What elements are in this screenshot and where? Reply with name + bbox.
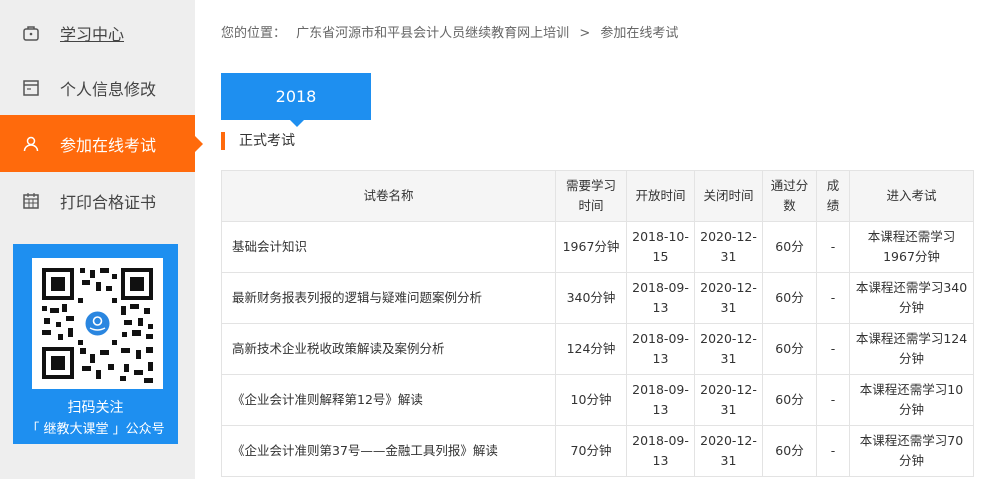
breadcrumb-current: 参加在线考试: [600, 26, 679, 41]
paper-name: 最新财务报表列报的逻辑与疑难问题案例分析: [221, 272, 556, 324]
close-time: 2020-12-31: [694, 323, 763, 375]
pass-score: 60分: [762, 272, 817, 324]
table-row: 《企业会计准则解释第12号》解读 10分钟 2018-09-13 2020-12…: [221, 374, 974, 426]
study-time: 10分钟: [555, 374, 627, 426]
breadcrumb-link[interactable]: 广东省河源市和平县会计人员继续教育网上培训: [296, 26, 569, 41]
sidebar-item-label: 学习中心: [60, 24, 125, 44]
calendar-icon: [21, 191, 41, 211]
study-time: 340分钟: [555, 272, 627, 324]
header-enter-exam: 进入考试: [849, 170, 974, 222]
header-study-time: 需要学习时间: [555, 170, 627, 222]
sidebar-item-profile-edit[interactable]: 个人信息修改: [0, 59, 195, 116]
enter-exam-status[interactable]: 本课程还需学习340分钟: [849, 272, 974, 324]
close-time: 2020-12-31: [694, 425, 763, 477]
qr-code: [32, 258, 163, 389]
enter-exam-status[interactable]: 本课程还需学习70分钟: [849, 425, 974, 477]
header-paper-name: 试卷名称: [221, 170, 556, 222]
header-pass-score: 通过分数: [762, 170, 817, 222]
table-row: 高新技术企业税收政策解读及案例分析 124分钟 2018-09-13 2020-…: [221, 323, 974, 375]
pass-score: 60分: [762, 374, 817, 426]
study-time: 70分钟: [555, 425, 627, 477]
breadcrumb-prefix: 您的位置：: [221, 26, 287, 41]
close-time: 2020-12-31: [694, 221, 763, 273]
open-time: 2018-09-13: [626, 425, 695, 477]
exam-table: 试卷名称 需要学习时间 开放时间 关闭时间 通过分数 成绩 进入考试 基础会计知…: [221, 170, 974, 477]
score: -: [816, 374, 850, 426]
open-time: 2018-09-13: [626, 323, 695, 375]
open-time: 2018-09-13: [626, 374, 695, 426]
qr-caption-account: 「 继教大课堂 」公众号: [26, 422, 165, 437]
tab-year-2018[interactable]: 2018: [221, 73, 371, 127]
table-header-row: 试卷名称 需要学习时间 开放时间 关闭时间 通过分数 成绩 进入考试: [221, 170, 974, 222]
header-score: 成绩: [816, 170, 850, 222]
sidebar-item-online-exam[interactable]: 参加在线考试: [0, 115, 203, 172]
enter-exam-status[interactable]: 本课程还需学习10分钟: [849, 374, 974, 426]
briefcase-icon: [21, 23, 41, 43]
sidebar-item-label: 参加在线考试: [60, 135, 157, 155]
header-close-time: 关闭时间: [694, 170, 763, 222]
enter-exam-status[interactable]: 本课程还需学习124分钟: [849, 323, 974, 375]
score: -: [816, 425, 850, 477]
close-time: 2020-12-31: [694, 272, 763, 324]
sidebar-item-study-center[interactable]: 学习中心: [0, 4, 195, 61]
header-open-time: 开放时间: [626, 170, 695, 222]
pass-score: 60分: [762, 221, 817, 273]
id-card-icon: [21, 78, 41, 98]
pass-score: 60分: [762, 425, 817, 477]
paper-name: 基础会计知识: [221, 221, 556, 273]
score: -: [816, 221, 850, 273]
table-row: 《企业会计准则第37号——金融工具列报》解读 70分钟 2018-09-13 2…: [221, 425, 974, 477]
sidebar-item-label: 个人信息修改: [60, 79, 157, 99]
study-time: 1967分钟: [555, 221, 627, 273]
score: -: [816, 323, 850, 375]
section-title: 正式考试: [221, 132, 295, 150]
breadcrumb-separator: >: [579, 26, 591, 41]
paper-name: 高新技术企业税收政策解读及案例分析: [221, 323, 556, 375]
enter-exam-status[interactable]: 本课程还需学习1967分钟: [849, 221, 974, 273]
sidebar-item-label: 打印合格证书: [60, 192, 157, 212]
table-row: 最新财务报表列报的逻辑与疑难问题案例分析 340分钟 2018-09-13 20…: [221, 272, 974, 324]
study-time: 124分钟: [555, 323, 627, 375]
open-time: 2018-10-15: [626, 221, 695, 273]
qr-caption-follow: 扫码关注: [67, 400, 124, 416]
table-row: 基础会计知识 1967分钟 2018-10-15 2020-12-31 60分 …: [221, 221, 974, 273]
pass-score: 60分: [762, 323, 817, 375]
open-time: 2018-09-13: [626, 272, 695, 324]
paper-name: 《企业会计准则第37号——金融工具列报》解读: [221, 425, 556, 477]
score: -: [816, 272, 850, 324]
wechat-qr-card: 扫码关注 「 继教大课堂 」公众号: [13, 244, 178, 444]
breadcrumb: 您的位置： 广东省河源市和平县会计人员继续教育网上培训 > 参加在线考试: [221, 22, 684, 41]
sidebar: 学习中心 个人信息修改 参加在线考试 打印合格证书 扫码关注 「 继教大课堂 」…: [0, 0, 203, 479]
user-icon: [21, 134, 41, 154]
paper-name: 《企业会计准则解释第12号》解读: [221, 374, 556, 426]
sidebar-item-print-certificate[interactable]: 打印合格证书: [0, 172, 195, 229]
close-time: 2020-12-31: [694, 374, 763, 426]
